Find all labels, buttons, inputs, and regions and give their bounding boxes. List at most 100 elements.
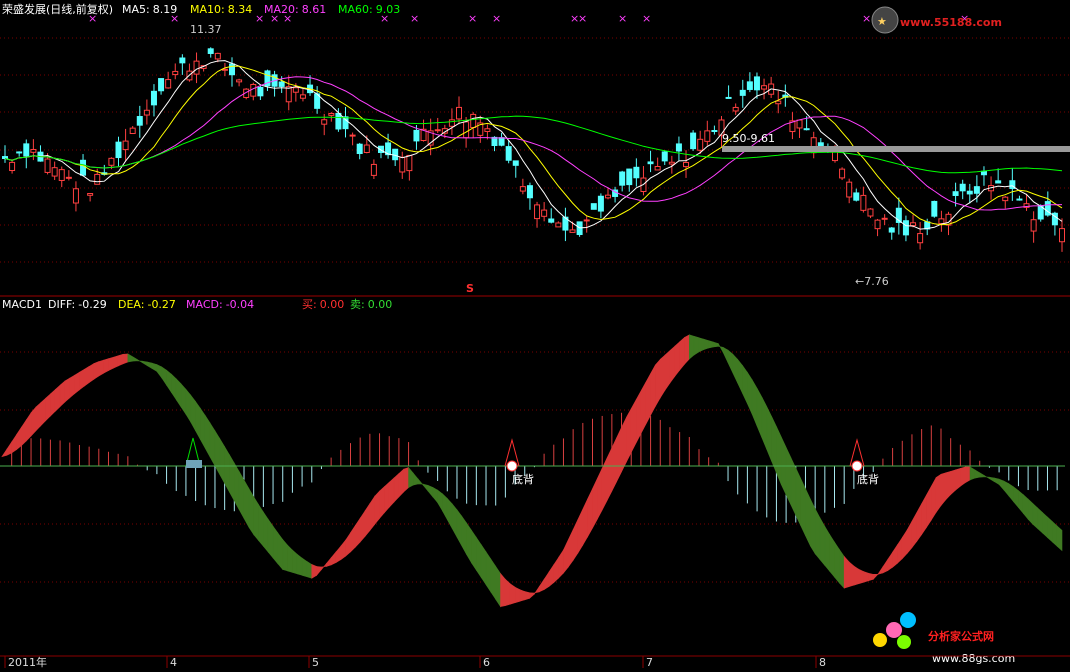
time-label: 4 — [170, 656, 177, 669]
macd-band-segment — [364, 502, 371, 538]
candle-body — [910, 222, 917, 227]
macd-band-segment — [11, 433, 17, 454]
macd-band-segment — [117, 353, 124, 367]
macd-band-segment — [500, 572, 506, 607]
candle-body — [597, 195, 604, 212]
candle-body — [448, 119, 455, 127]
macd-band-segment — [703, 338, 709, 350]
macd-band-segment — [490, 558, 496, 601]
candle-body — [683, 161, 690, 168]
macd-band-segment — [824, 525, 830, 573]
candle-body — [796, 119, 803, 129]
macd-band-segment — [156, 364, 163, 379]
macd-band-segment — [379, 486, 385, 520]
candle-body — [406, 154, 413, 172]
svg-text:www.88gs.com: www.88gs.com — [932, 652, 1015, 665]
macd-band-segment — [103, 358, 109, 374]
candle-body — [221, 68, 228, 71]
macd-band-segment — [166, 369, 172, 394]
candle-body — [278, 81, 285, 87]
dea-label: DEA: -0.27 — [118, 298, 176, 311]
macd-band-segment — [538, 578, 545, 593]
candle-body — [484, 128, 491, 132]
macd-band-segment — [524, 591, 530, 601]
candle-body — [356, 143, 363, 155]
macd-band-segment — [258, 503, 264, 548]
candle-body — [172, 70, 179, 76]
macd-band-segment — [543, 571, 550, 591]
logo-55188: ★ www.55188.com — [871, 6, 1002, 34]
ma60-line — [4, 115, 1063, 174]
candle-body — [44, 158, 51, 173]
candle-body — [902, 220, 909, 236]
candle-body — [555, 222, 562, 228]
macd-band-segment — [650, 364, 656, 416]
candle-body — [236, 79, 243, 83]
candle-body — [434, 129, 441, 132]
macd-band-segment — [1032, 502, 1039, 530]
macd-band-segment — [108, 356, 114, 372]
macd-band-segment — [180, 383, 187, 416]
svg-text:www.55188.com: www.55188.com — [900, 16, 1002, 29]
macd-band-segment — [805, 488, 811, 546]
macd-band-segment — [693, 335, 700, 356]
macd-band-segment — [427, 484, 434, 498]
candle-body — [129, 127, 136, 135]
macd-band-segment — [35, 402, 42, 432]
macd-band-segment — [171, 373, 177, 401]
macd-band-segment — [935, 473, 942, 514]
candle-body — [604, 194, 611, 199]
macd-band-segment — [137, 359, 143, 364]
macd-band-segment — [863, 571, 869, 583]
candle-body — [1002, 196, 1009, 202]
macd-band-segment — [1027, 498, 1034, 526]
macd-band-segment — [655, 358, 661, 408]
macd-band-segment — [229, 453, 235, 502]
candle-body — [370, 163, 377, 176]
macd-band-segment — [64, 377, 71, 403]
macd-band-segment — [175, 378, 182, 408]
macd-band-segment — [868, 572, 874, 582]
candle-body — [349, 134, 356, 137]
candle-body — [2, 156, 8, 159]
macd-band-segment — [374, 490, 380, 526]
candle-body — [739, 89, 746, 96]
signal-x-mark: × — [468, 12, 477, 25]
macd-band-segment — [563, 539, 569, 574]
candle-body — [9, 161, 16, 172]
macd-band-segment — [669, 345, 676, 384]
macd-band-segment — [931, 477, 937, 522]
macd-band-segment — [190, 394, 196, 431]
candle-body — [938, 218, 945, 225]
macd-band-segment — [277, 532, 284, 571]
macd-band-segment — [437, 489, 443, 512]
macd-band-segment — [776, 426, 782, 485]
macd-band-segment — [911, 512, 918, 549]
candle-body — [753, 76, 760, 91]
candle-body — [229, 63, 236, 76]
macd-band-segment — [248, 487, 254, 536]
candle-body — [94, 173, 101, 185]
range-band — [722, 146, 1070, 152]
macd-band-segment — [834, 541, 840, 584]
candle-body — [51, 167, 58, 177]
signal-x-mark: × — [255, 12, 264, 25]
macd-band-segment — [989, 476, 995, 483]
macd-band-segment — [916, 503, 922, 543]
macd-band-segment — [756, 388, 763, 438]
macd-band-segment — [466, 522, 472, 564]
macd-band-segment — [417, 478, 424, 486]
signal-x-mark: × — [618, 12, 627, 25]
macd-band-segment — [238, 470, 245, 519]
macd-band-segment — [296, 553, 303, 576]
sell-signal-s: S — [466, 282, 474, 295]
macd-band-segment — [635, 391, 642, 444]
svg-text:分析家公式网: 分析家公式网 — [928, 629, 994, 643]
macd-band-segment — [882, 558, 889, 574]
candle-body — [661, 151, 668, 162]
macd-band-segment — [568, 529, 574, 568]
macd-band-segment — [69, 374, 75, 399]
macd-band-segment — [306, 560, 313, 579]
candle-body — [690, 132, 697, 150]
macd-band-segment — [877, 565, 884, 575]
